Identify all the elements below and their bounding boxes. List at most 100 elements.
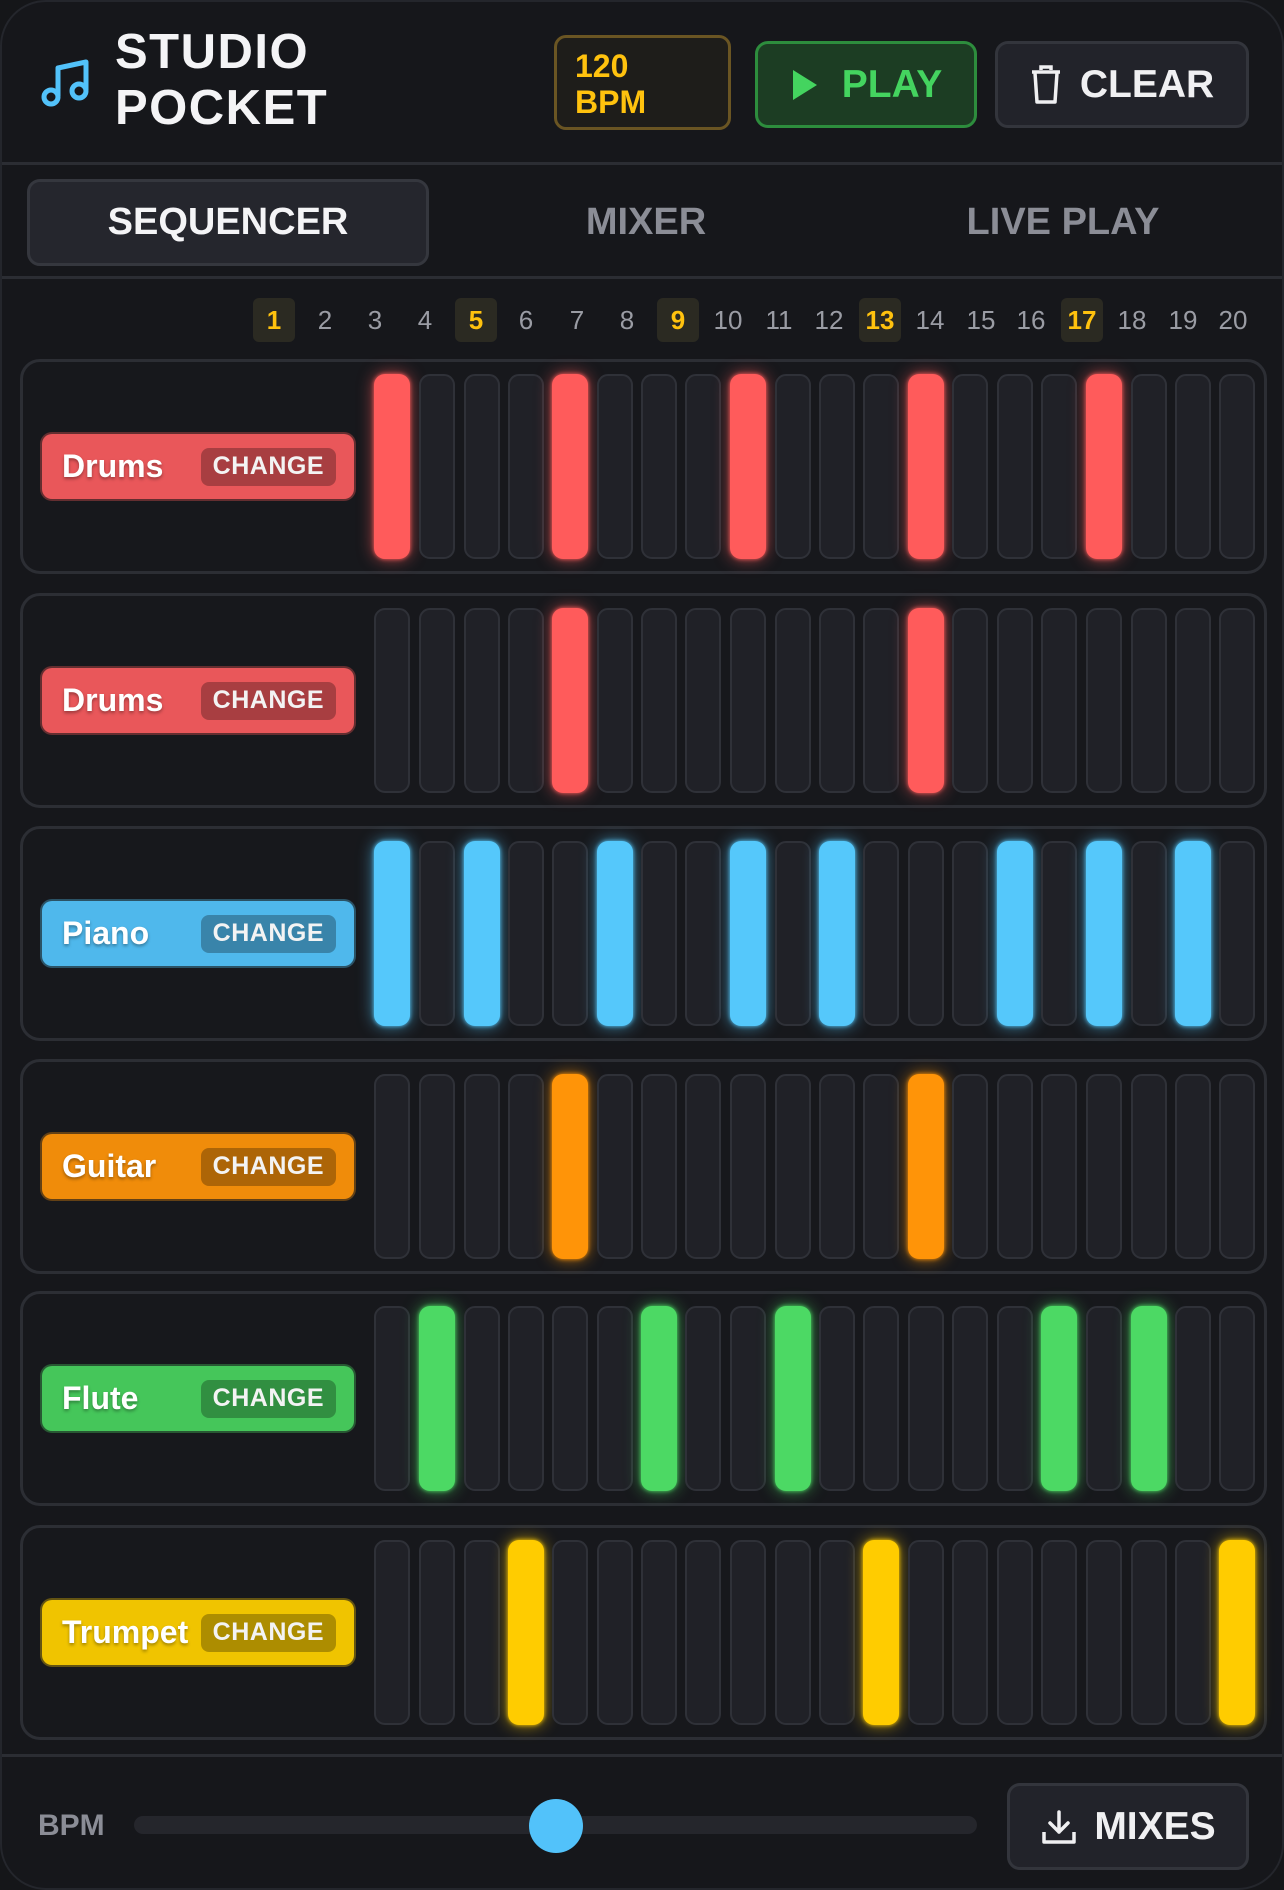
change-instrument-button[interactable]: CHANGE (200, 681, 336, 720)
step-cell[interactable] (775, 841, 811, 1026)
step-cell-active[interactable] (374, 841, 410, 1026)
step-cell[interactable] (552, 1306, 588, 1491)
step-cell[interactable] (908, 1540, 944, 1725)
step-cell-active[interactable] (730, 374, 766, 559)
change-instrument-button[interactable]: CHANGE (200, 1379, 336, 1418)
step-cell[interactable] (685, 608, 721, 793)
step-cell-active[interactable] (730, 841, 766, 1026)
play-button[interactable]: PLAY (755, 41, 977, 128)
change-instrument-button[interactable]: CHANGE (200, 1147, 336, 1186)
step-cell[interactable] (908, 1306, 944, 1491)
step-cell[interactable] (374, 1540, 410, 1725)
step-cell[interactable] (819, 374, 855, 559)
bpm-slider-thumb[interactable] (529, 1799, 583, 1853)
step-cell[interactable] (641, 841, 677, 1026)
step-cell[interactable] (775, 374, 811, 559)
step-cell[interactable] (1219, 374, 1255, 559)
step-cell[interactable] (952, 1540, 988, 1725)
step-cell[interactable] (597, 1540, 633, 1725)
step-cell-active[interactable] (908, 374, 944, 559)
step-cell-active[interactable] (641, 1306, 677, 1491)
step-cell[interactable] (730, 1540, 766, 1725)
step-cell[interactable] (508, 841, 544, 1026)
step-cell[interactable] (1086, 1540, 1122, 1725)
step-cell[interactable] (597, 374, 633, 559)
step-cell[interactable] (863, 1074, 899, 1259)
step-cell[interactable] (819, 608, 855, 793)
step-cell-active[interactable] (1131, 1306, 1167, 1491)
step-cell-active[interactable] (775, 1306, 811, 1491)
step-cell[interactable] (1131, 1540, 1167, 1725)
step-cell[interactable] (685, 1540, 721, 1725)
step-cell[interactable] (641, 374, 677, 559)
step-cell[interactable] (730, 608, 766, 793)
step-cell[interactable] (1041, 1074, 1077, 1259)
step-cell[interactable] (775, 1074, 811, 1259)
step-cell[interactable] (997, 1540, 1033, 1725)
step-cell[interactable] (863, 1306, 899, 1491)
step-cell[interactable] (641, 1074, 677, 1259)
step-cell[interactable] (863, 841, 899, 1026)
step-cell[interactable] (952, 841, 988, 1026)
step-cell-active[interactable] (1086, 374, 1122, 559)
step-cell[interactable] (419, 374, 455, 559)
step-cell-active[interactable] (819, 841, 855, 1026)
mixes-button[interactable]: MIXES (1007, 1783, 1249, 1870)
step-cell[interactable] (508, 608, 544, 793)
step-cell[interactable] (464, 1306, 500, 1491)
step-cell[interactable] (1219, 1306, 1255, 1491)
step-cell[interactable] (952, 374, 988, 559)
step-cell[interactable] (1131, 1074, 1167, 1259)
step-cell[interactable] (419, 841, 455, 1026)
step-cell-active[interactable] (419, 1306, 455, 1491)
step-cell[interactable] (419, 608, 455, 793)
step-cell[interactable] (819, 1074, 855, 1259)
step-cell[interactable] (464, 608, 500, 793)
step-cell-active[interactable] (863, 1540, 899, 1725)
step-cell-active[interactable] (508, 1540, 544, 1725)
step-cell[interactable] (685, 374, 721, 559)
step-cell[interactable] (1219, 841, 1255, 1026)
step-cell[interactable] (997, 374, 1033, 559)
step-cell[interactable] (641, 1540, 677, 1725)
step-cell[interactable] (1041, 1540, 1077, 1725)
step-cell[interactable] (464, 374, 500, 559)
step-cell[interactable] (374, 608, 410, 793)
step-cell[interactable] (819, 1540, 855, 1725)
step-cell[interactable] (1219, 1074, 1255, 1259)
step-cell[interactable] (952, 1074, 988, 1259)
step-cell-active[interactable] (552, 608, 588, 793)
step-cell[interactable] (419, 1540, 455, 1725)
step-cell[interactable] (1041, 608, 1077, 793)
step-cell-active[interactable] (552, 374, 588, 559)
step-cell[interactable] (1086, 1074, 1122, 1259)
step-cell[interactable] (552, 841, 588, 1026)
step-cell[interactable] (374, 1306, 410, 1491)
step-cell[interactable] (1131, 374, 1167, 559)
step-cell[interactable] (1131, 608, 1167, 793)
step-cell[interactable] (597, 1306, 633, 1491)
step-cell-active[interactable] (997, 841, 1033, 1026)
step-cell[interactable] (1086, 1306, 1122, 1491)
tab-sequencer[interactable]: SEQUENCER (27, 179, 429, 266)
step-cell[interactable] (508, 1074, 544, 1259)
step-cell[interactable] (997, 1074, 1033, 1259)
step-cell[interactable] (775, 1540, 811, 1725)
step-cell[interactable] (1175, 1540, 1211, 1725)
tab-live-play[interactable]: LIVE PLAY (862, 179, 1264, 266)
tab-mixer[interactable]: MIXER (445, 179, 847, 266)
step-cell-active[interactable] (374, 374, 410, 559)
step-cell[interactable] (1219, 608, 1255, 793)
step-cell-active[interactable] (1041, 1306, 1077, 1491)
step-cell[interactable] (1086, 608, 1122, 793)
step-cell-active[interactable] (1175, 841, 1211, 1026)
step-cell[interactable] (1175, 1306, 1211, 1491)
step-cell[interactable] (1175, 608, 1211, 793)
step-cell[interactable] (419, 1074, 455, 1259)
step-cell[interactable] (597, 1074, 633, 1259)
step-cell-active[interactable] (464, 841, 500, 1026)
step-cell[interactable] (730, 1306, 766, 1491)
change-instrument-button[interactable]: CHANGE (200, 1613, 336, 1652)
change-instrument-button[interactable]: CHANGE (200, 447, 336, 486)
step-cell[interactable] (908, 841, 944, 1026)
